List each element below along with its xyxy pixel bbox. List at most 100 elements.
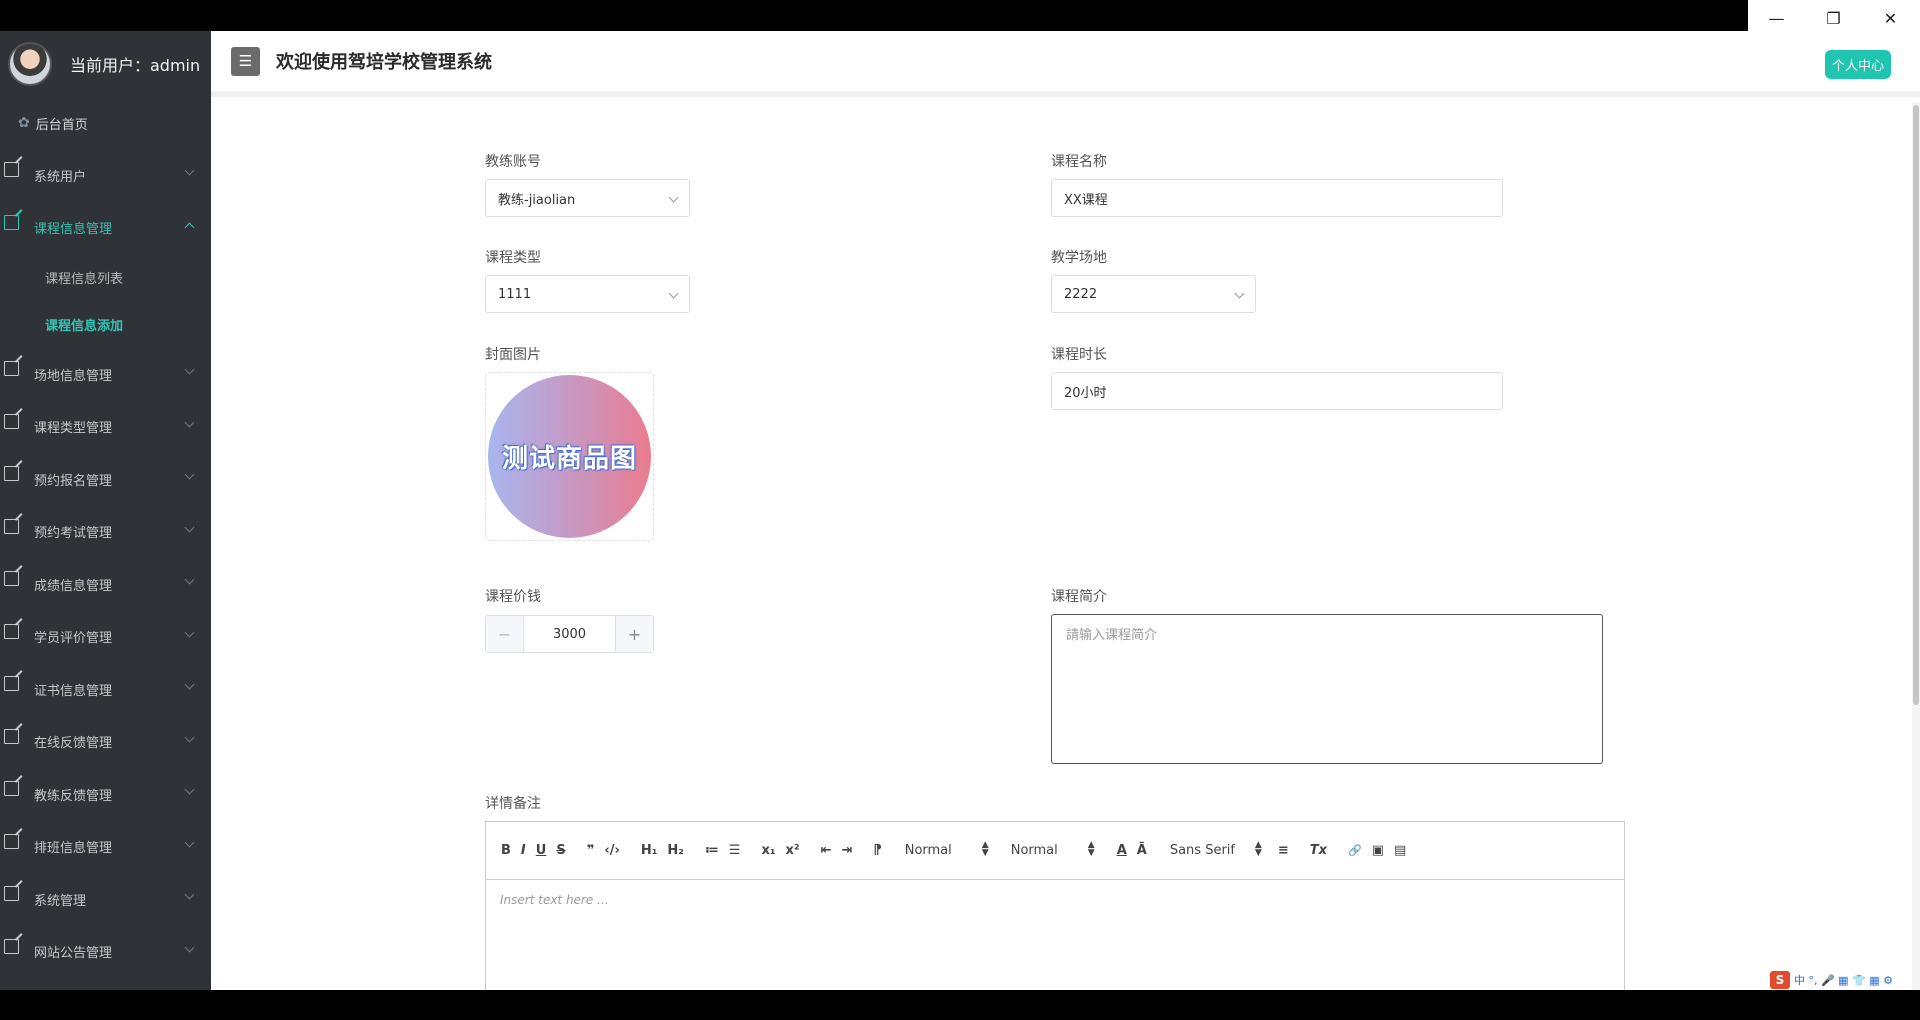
increment-button[interactable]: + bbox=[615, 616, 653, 652]
ordered-list-icon[interactable]: ≔ bbox=[705, 843, 719, 858]
venue-select[interactable]: 2222 bbox=[1051, 275, 1256, 313]
decrement-button[interactable]: − bbox=[486, 616, 524, 652]
chevron-down-icon bbox=[1234, 288, 1245, 299]
sidebar-item-system-users[interactable]: 系统用户 bbox=[0, 149, 211, 202]
editor-body[interactable]: Insert text here ... bbox=[486, 880, 1624, 920]
bottom-bar bbox=[0, 990, 1920, 1020]
ime-tray-items: 中 °, 🎤 ▦ 👕 ▦ ⚙ bbox=[1794, 974, 1894, 987]
image-icon[interactable]: ▣ bbox=[1372, 843, 1384, 858]
indent-icon[interactable]: ⇥ bbox=[842, 843, 853, 858]
sidebar-item-system-admin[interactable]: 系统管理 bbox=[0, 873, 211, 926]
outdent-icon[interactable]: ⇤ bbox=[821, 843, 832, 858]
subscript-button[interactable]: x₁ bbox=[761, 843, 775, 858]
video-icon[interactable]: ▤ bbox=[1394, 843, 1406, 858]
sidebar-item-home[interactable]: ✿ 后台首页 bbox=[0, 97, 211, 149]
sidebar-item-label: 网站公告管理 bbox=[34, 946, 113, 962]
size-select[interactable]: Normal ▲ ▼ bbox=[905, 840, 993, 859]
font-select[interactable]: Sans Serif ▲ ▼ bbox=[1169, 841, 1266, 859]
intro-textarea[interactable]: 請输入课程简介 bbox=[1051, 614, 1603, 764]
chevron-down-icon bbox=[668, 288, 679, 299]
bold-button[interactable]: B bbox=[501, 843, 511, 858]
coach-account-select[interactable]: 教练-jiaolian bbox=[485, 179, 690, 217]
editor-toolbar: B I U S ❞ ‹/› H₁ H₂ ≔ ☰ x₁ x² ⇤ ⇥ ⁋ Norm… bbox=[486, 822, 1624, 880]
ime-icon[interactable]: S bbox=[1770, 971, 1790, 989]
editor-placeholder: Insert text here ... bbox=[500, 893, 609, 907]
chevron-down-icon bbox=[184, 679, 195, 690]
sidebar-item-label: 排班信息管理 bbox=[34, 841, 113, 857]
clear-format-icon[interactable]: Tx bbox=[1310, 843, 1327, 858]
sidebar-item-coach-feedback[interactable]: 教练反馈管理 bbox=[0, 768, 211, 821]
link-icon[interactable]: 🔗 bbox=[1348, 844, 1362, 857]
course-name-input[interactable]: XX课程 bbox=[1051, 179, 1503, 217]
sidebar-item-scores[interactable]: 成绩信息管理 bbox=[0, 558, 211, 611]
header-select-value: Normal bbox=[1010, 843, 1058, 858]
hamburger-icon: ☰ bbox=[238, 52, 253, 70]
sidebar-item-venue-info[interactable]: 场地信息管理 bbox=[0, 348, 211, 401]
quote-icon[interactable]: ❞ bbox=[587, 843, 595, 858]
header-select[interactable]: Normal ▲ ▼ bbox=[1010, 840, 1099, 859]
sidebar-item-schedule[interactable]: 排班信息管理 bbox=[0, 821, 211, 874]
sidebar-item-label: 证书信息管理 bbox=[34, 683, 113, 699]
text-direction-icon[interactable]: ⁋ bbox=[873, 843, 881, 858]
rich-text-editor: B I U S ❞ ‹/› H₁ H₂ ≔ ☰ x₁ x² ⇤ ⇥ ⁋ Norm… bbox=[485, 821, 1625, 990]
sidebar-item-exam-booking[interactable]: 预约考试管理 bbox=[0, 506, 211, 559]
italic-button[interactable]: I bbox=[521, 843, 526, 858]
sidebar-item-announcements[interactable]: 网站公告管理 bbox=[0, 926, 211, 979]
sidebar-item-course-info[interactable]: 课程信息管理 bbox=[0, 202, 211, 255]
strike-button[interactable]: S bbox=[556, 843, 565, 858]
scrollbar-thumb[interactable] bbox=[1913, 105, 1919, 705]
sidebar: 当前用户：admin ✿ 后台首页 系统用户 课程信息管理 课程信息列表 课程信… bbox=[0, 31, 211, 990]
venue-label: 教学场地 bbox=[1051, 250, 1107, 266]
course-type-select[interactable]: 1111 bbox=[485, 275, 690, 313]
sidebar-item-course-type[interactable]: 课程类型管理 bbox=[0, 401, 211, 454]
h2-button[interactable]: H₂ bbox=[667, 843, 684, 858]
cover-image-text: 测试商品图 bbox=[501, 444, 637, 474]
edit-icon bbox=[4, 833, 19, 849]
sidebar-item-booking[interactable]: 预约报名管理 bbox=[0, 453, 211, 506]
profile-center-button[interactable]: 个人中心 bbox=[1824, 50, 1891, 79]
edit-icon bbox=[4, 361, 19, 376]
sidebar-item-student-reviews[interactable]: 学员评价管理 bbox=[0, 611, 211, 664]
ime-tray: S 中 °, 🎤 ▦ 👕 ▦ ⚙ bbox=[1770, 970, 1920, 990]
font-select-value: Sans Serif bbox=[1169, 843, 1235, 858]
bullet-list-icon[interactable]: ☰ bbox=[729, 843, 741, 858]
chevron-down-icon bbox=[184, 942, 195, 952]
sidebar-item-certificates[interactable]: 证书信息管理 bbox=[0, 663, 211, 716]
submenu-item-course-add[interactable]: 课程信息添加 bbox=[0, 301, 211, 348]
sidebar-item-label: 在线反馈管理 bbox=[34, 736, 113, 752]
sidebar-item-label: 预约报名管理 bbox=[34, 473, 113, 489]
updown-icon: ▲ ▼ bbox=[1087, 840, 1095, 858]
price-stepper: − 3000 + bbox=[485, 615, 654, 653]
cover-image-upload[interactable]: 测试商品图 bbox=[485, 372, 654, 541]
superscript-button[interactable]: x² bbox=[786, 843, 800, 858]
updown-icon: ▲ ▼ bbox=[981, 840, 989, 858]
menu-toggle-button[interactable]: ☰ bbox=[231, 46, 260, 76]
edit-icon bbox=[4, 214, 19, 230]
font-color-icon[interactable]: A bbox=[1117, 843, 1127, 858]
edit-icon bbox=[4, 781, 19, 796]
edit-icon bbox=[4, 571, 19, 586]
duration-label: 课程时长 bbox=[1051, 347, 1107, 363]
h1-button[interactable]: H₁ bbox=[641, 843, 658, 858]
background-color-icon[interactable]: Ā bbox=[1137, 843, 1147, 858]
edit-icon bbox=[4, 413, 19, 429]
header: ☰ 欢迎使用驾培学校管理系统 个人中心 bbox=[211, 31, 1920, 97]
edit-icon bbox=[4, 886, 19, 901]
sidebar-item-label: 系统管理 bbox=[34, 893, 87, 909]
duration-input[interactable]: 20小时 bbox=[1051, 372, 1503, 410]
course-type-label: 课程类型 bbox=[485, 250, 541, 266]
chevron-down-icon bbox=[184, 469, 195, 480]
chevron-down-icon bbox=[184, 784, 195, 795]
sidebar-item-label: 课程类型管理 bbox=[34, 421, 113, 437]
underline-button[interactable]: U bbox=[536, 843, 547, 858]
cover-image: 测试商品图 bbox=[488, 375, 651, 538]
price-value[interactable]: 3000 bbox=[524, 616, 615, 652]
intro-placeholder: 請输入课程简介 bbox=[1066, 628, 1158, 643]
page-title: 欢迎使用驾培学校管理系统 bbox=[276, 52, 492, 73]
align-icon[interactable]: ≡ bbox=[1278, 843, 1289, 858]
chevron-down-icon bbox=[184, 417, 195, 427]
current-user-label: 当前用户：admin bbox=[70, 56, 201, 75]
submenu-item-course-list[interactable]: 课程信息列表 bbox=[0, 254, 211, 301]
sidebar-item-online-feedback[interactable]: 在线反馈管理 bbox=[0, 716, 211, 769]
code-icon[interactable]: ‹/› bbox=[604, 843, 619, 858]
